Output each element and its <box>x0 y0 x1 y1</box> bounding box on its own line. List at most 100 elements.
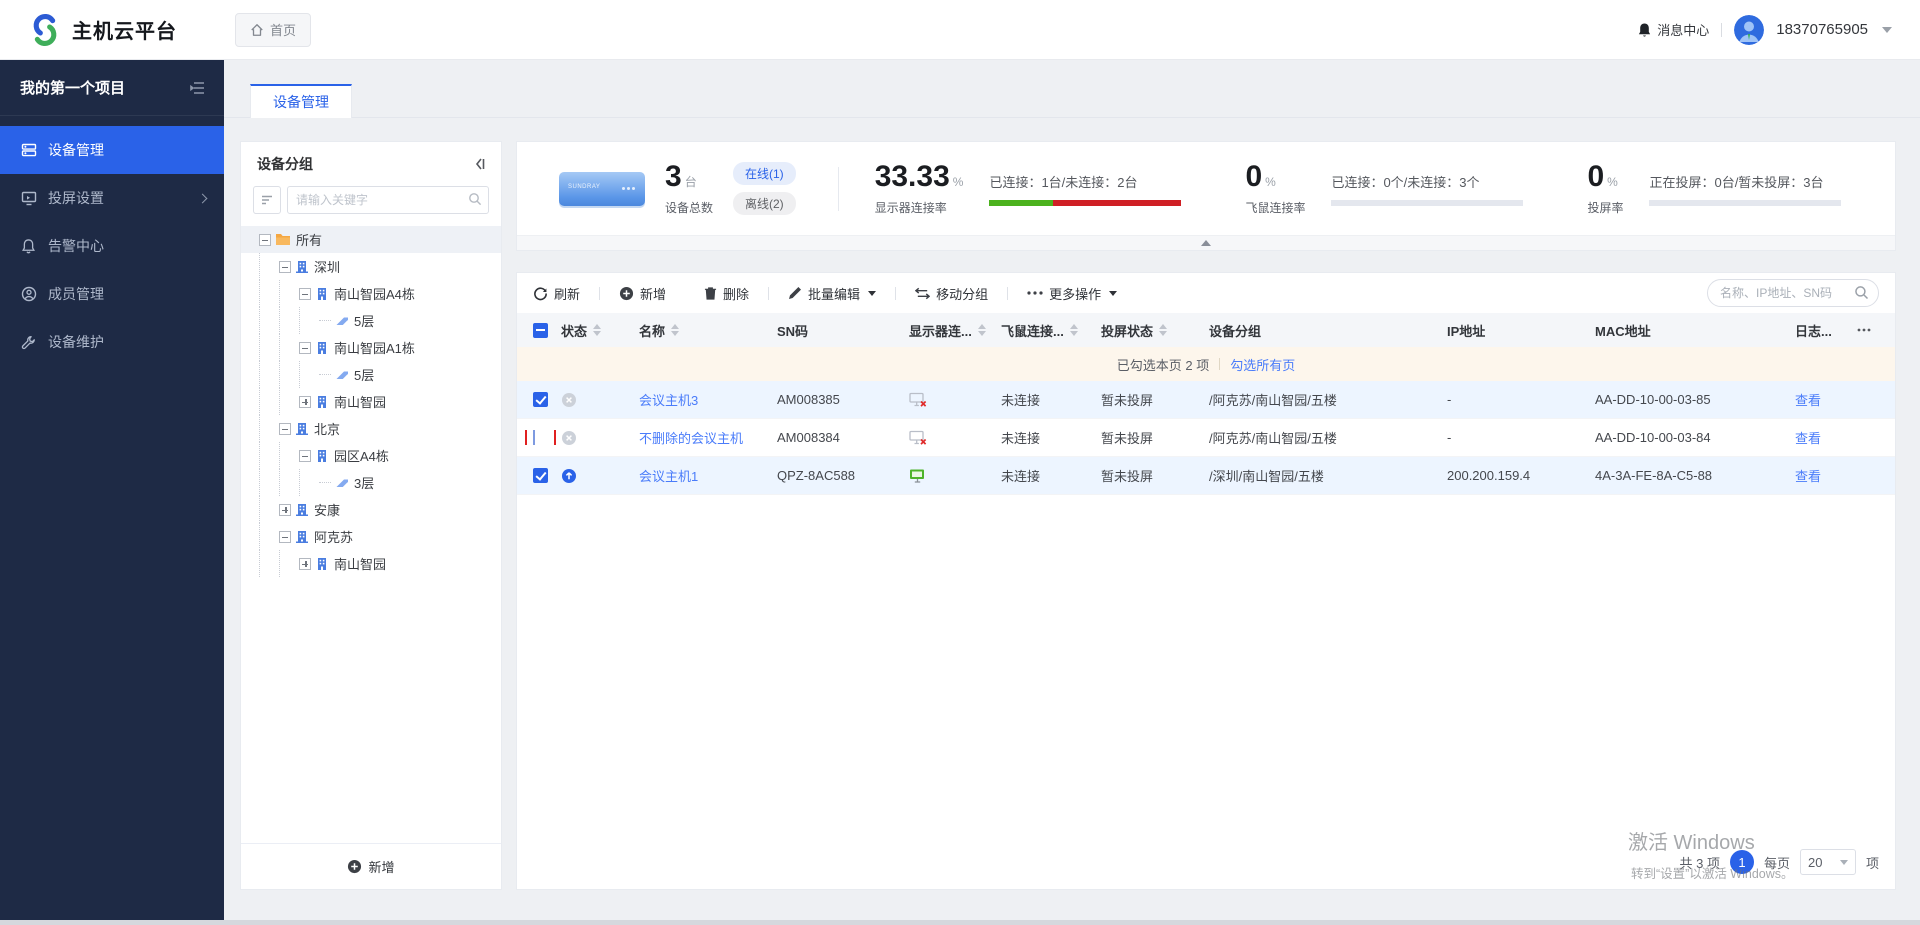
transfer-arrows-icon <box>915 287 930 300</box>
sidebar-item-label: 设备管理 <box>48 140 104 160</box>
total-devices-value: 3 <box>665 162 682 192</box>
message-center-button[interactable]: 消息中心 <box>1637 20 1709 39</box>
floor-icon <box>335 369 349 381</box>
table-row[interactable]: 不删除的会议主机 AM008384 未连接 暂未投屏 /阿克苏/南山智园/五楼 … <box>517 419 1895 457</box>
home-button[interactable]: 首页 <box>235 13 311 47</box>
status-offline-icon <box>561 392 577 408</box>
sort-icon[interactable] <box>593 324 601 336</box>
top-header: 主机云平台 首页 消息中心 <box>0 0 1920 60</box>
building-icon <box>295 530 309 544</box>
tree-node[interactable]: 南山智园 <box>241 550 501 577</box>
collapse-expander-icon[interactable] <box>259 234 271 246</box>
project-switch-icon[interactable] <box>190 81 206 95</box>
refresh-button[interactable]: 刷新 <box>533 284 580 303</box>
sidebar-item-alarm-center[interactable]: 告警中心 <box>0 222 224 270</box>
collapse-expander-icon[interactable] <box>279 531 291 543</box>
building-icon <box>315 287 329 301</box>
sort-icon[interactable] <box>671 324 679 336</box>
move-group-button[interactable]: 移动分组 <box>915 284 988 303</box>
sidebar: 我的第一个项目 设备管理 投屏设置 <box>0 60 224 925</box>
sidebar-item-cast-settings[interactable]: 投屏设置 <box>0 174 224 222</box>
collapse-expander-icon[interactable] <box>299 342 311 354</box>
sidebar-item-device-maintenance[interactable]: 设备维护 <box>0 318 224 366</box>
window-bottom-edge <box>0 920 1920 925</box>
tree-node[interactable]: 5层 <box>241 307 501 334</box>
collapse-expander-icon[interactable] <box>299 288 311 300</box>
tree-node[interactable]: 5层 <box>241 361 501 388</box>
tree-node[interactable]: 北京 <box>241 415 501 442</box>
sidebar-item-label: 告警中心 <box>48 236 104 256</box>
delete-button[interactable]: 删除 <box>704 284 749 303</box>
collapse-expander-icon[interactable] <box>279 261 291 273</box>
tree-node[interactable]: 安康 <box>241 496 501 523</box>
sidebar-item-member-management[interactable]: 成员管理 <box>0 270 224 318</box>
home-icon <box>250 23 264 37</box>
member-icon <box>20 286 37 302</box>
caret-down-icon <box>1840 860 1848 865</box>
sidebar-item-device-management[interactable]: 设备管理 <box>0 126 224 174</box>
floor-icon <box>335 315 349 327</box>
tree-node[interactable]: 深圳 <box>241 253 501 280</box>
sort-icon[interactable] <box>1159 324 1167 336</box>
table-row[interactable]: 会议主机3 AM008385 未连接 暂未投屏 /阿克苏/南山智园/五楼 - A… <box>517 381 1895 419</box>
stats-panel: SUNDRAY 3 台 设备总数 <box>516 141 1896 251</box>
project-name: 我的第一个项目 <box>20 77 125 98</box>
collapse-expander-icon[interactable] <box>299 450 311 462</box>
tree-add-button[interactable]: 新增 <box>241 843 501 889</box>
selection-banner: 已勾选本页 2 项 勾选所有页 <box>517 347 1895 381</box>
folder-icon <box>275 233 291 246</box>
tree-node[interactable]: 园区A4栋 <box>241 442 501 469</box>
expand-expander-icon[interactable] <box>279 504 291 516</box>
per-page-select[interactable]: 20 <box>1800 849 1856 875</box>
status-offline-icon <box>561 430 577 446</box>
project-header[interactable]: 我的第一个项目 <box>0 60 224 116</box>
tree-node[interactable]: 南山智园A4栋 <box>241 280 501 307</box>
stats-collapse-toggle[interactable] <box>517 235 1895 250</box>
user-menu-caret-icon[interactable] <box>1882 27 1892 33</box>
collapse-expander-icon[interactable] <box>279 423 291 435</box>
red-annotation-box <box>525 430 556 445</box>
pencil-icon <box>788 286 802 300</box>
view-log-link[interactable]: 查看 <box>1795 466 1821 485</box>
expand-expander-icon[interactable] <box>299 396 311 408</box>
sort-icon[interactable] <box>978 324 986 336</box>
device-name-link[interactable]: 不删除的会议主机 <box>639 428 743 447</box>
more-actions-button[interactable]: 更多操作 <box>1027 284 1117 303</box>
tree-node[interactable]: 所有 <box>241 226 501 253</box>
alarm-bell-icon <box>20 238 37 254</box>
row-checkbox[interactable] <box>533 430 535 445</box>
building-icon <box>295 422 309 436</box>
building-icon <box>295 503 309 517</box>
device-group-panel: 设备分组 <box>240 141 502 890</box>
device-name-link[interactable]: 会议主机1 <box>639 466 698 485</box>
page-number-button[interactable]: 1 <box>1730 850 1754 874</box>
table-row[interactable]: 会议主机1 QPZ-8AC588 未连接 暂未投屏 /深圳/南山智园/五楼 20… <box>517 457 1895 495</box>
mouse-progress-bar <box>1331 200 1523 206</box>
tree-search-input[interactable] <box>287 186 489 214</box>
tree-node[interactable]: 南山智园 <box>241 388 501 415</box>
batch-edit-button[interactable]: 批量编辑 <box>788 284 876 303</box>
tree-node[interactable]: 3层 <box>241 469 501 496</box>
sort-icon[interactable] <box>1070 324 1078 336</box>
column-settings-icon[interactable] <box>1857 328 1871 332</box>
avatar[interactable] <box>1734 15 1764 45</box>
row-checkbox[interactable] <box>533 468 548 483</box>
expand-expander-icon[interactable] <box>299 558 311 570</box>
tree-filter-button[interactable] <box>253 186 281 214</box>
row-checkbox[interactable] <box>533 392 548 407</box>
tab-device-management[interactable]: 设备管理 <box>250 84 352 118</box>
device-name-link[interactable]: 会议主机3 <box>639 390 698 409</box>
panel-collapse-icon[interactable] <box>473 157 487 171</box>
plus-circle-icon <box>347 859 362 874</box>
stat-mouse-rate: 0 % 飞鼠连接率 已连接：0个/未连接：3个 <box>1245 162 1523 216</box>
add-button[interactable]: 新增 <box>619 284 666 303</box>
tree-node[interactable]: 南山智园A1栋 <box>241 334 501 361</box>
tree-node[interactable]: 阿克苏 <box>241 523 501 550</box>
select-all-pages-link[interactable]: 勾选所有页 <box>1230 355 1295 374</box>
device-group-tree: 所有 深圳 南山智园A4栋 <box>241 224 501 843</box>
logo-icon <box>28 13 62 47</box>
view-log-link[interactable]: 查看 <box>1795 390 1821 409</box>
select-all-checkbox[interactable] <box>533 323 548 338</box>
view-log-link[interactable]: 查看 <box>1795 428 1821 447</box>
bell-icon <box>1637 22 1652 38</box>
